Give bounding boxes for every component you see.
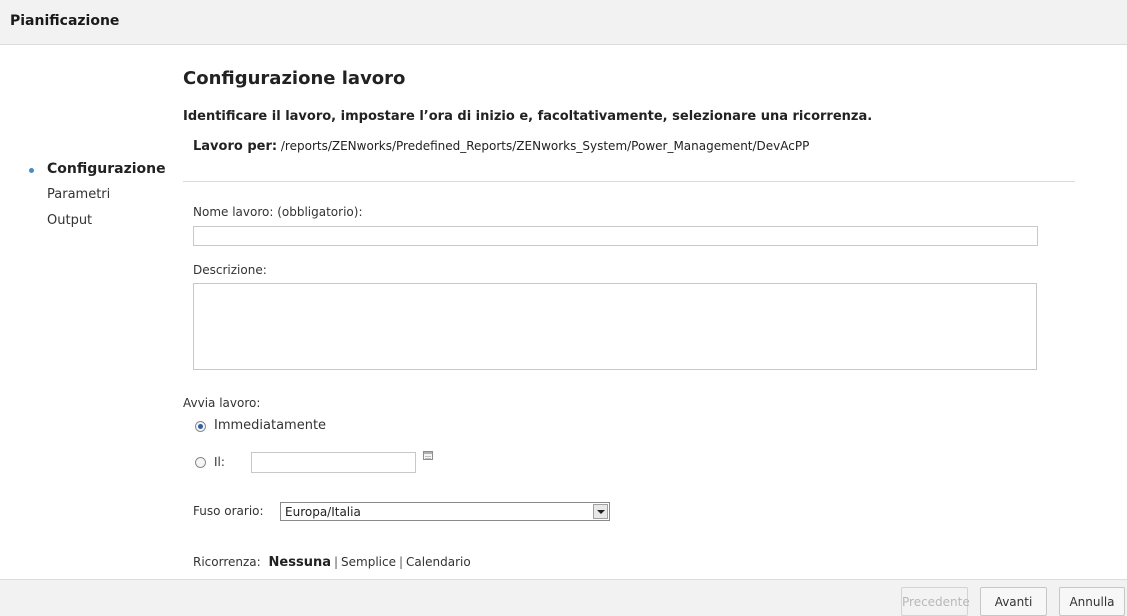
recurrence-option-nessuna[interactable]: Nessuna [269, 555, 331, 570]
start-on-date-radio[interactable] [195, 457, 206, 468]
separator: | [399, 555, 404, 569]
recurrence-option-semplice[interactable]: Semplice [341, 555, 396, 569]
separator: | [333, 555, 339, 569]
calendar-icon[interactable] [423, 451, 433, 460]
recurrence-row: Ricorrenza: Nessuna | Semplice | Calendario [193, 555, 471, 570]
nav-item-parametri[interactable]: Parametri [30, 184, 149, 210]
section-divider [183, 181, 1075, 182]
nav-item-label: Output [47, 213, 93, 228]
window-title: Pianificazione [10, 13, 120, 29]
page-title: Configurazione lavoro [183, 68, 406, 89]
wizard-steps-nav: Configurazione Parametri Output [29, 158, 166, 236]
description-label: Descrizione: [193, 263, 267, 277]
nav-item-label: Configurazione [47, 161, 166, 177]
active-step-bullet-icon [29, 168, 34, 173]
footer-bar: Precedente Avanti Annulla [0, 579, 1127, 616]
timezone-select[interactable]: Europa/Italia [280, 502, 610, 521]
instructions-text: Identificare il lavoro, impostare l’ora … [183, 109, 873, 124]
start-immediately-label[interactable]: Immediatamente [214, 418, 326, 433]
start-immediately-radio[interactable] [195, 421, 206, 432]
start-job-label: Avvia lavoro: [183, 396, 261, 410]
nav-item-configurazione[interactable]: Configurazione [29, 158, 166, 184]
recurrence-option-calendario[interactable]: Calendario [406, 555, 471, 569]
nav-item-label: Parametri [47, 187, 111, 202]
start-date-input[interactable] [251, 452, 416, 473]
recurrence-label: Ricorrenza: [193, 555, 261, 569]
job-name-label: Nome lavoro: (obbligatorio): [193, 205, 363, 219]
nav-item-output[interactable]: Output [30, 210, 149, 236]
next-button[interactable]: Avanti [980, 587, 1047, 616]
previous-button[interactable]: Precedente [901, 587, 970, 616]
radio-selected-dot [198, 424, 203, 429]
chevron-down-icon[interactable] [593, 504, 608, 519]
timezone-label: Fuso orario: [193, 504, 264, 518]
description-textarea[interactable] [193, 283, 1037, 370]
job-name-input[interactable] [193, 226, 1038, 246]
start-on-date-label[interactable]: Il: [214, 455, 225, 469]
job-for-label: Lavoro per: [193, 139, 278, 154]
job-path-value: /reports/ZENworks/Predefined_Reports/ZEN… [280, 139, 810, 153]
job-path-line: Lavoro per: /reports/ZENworks/Predefined… [193, 139, 809, 154]
timezone-selected-value: Europa/Italia [285, 505, 361, 519]
title-bar: Pianificazione [0, 0, 1127, 45]
cancel-button[interactable]: Annulla [1059, 587, 1125, 616]
